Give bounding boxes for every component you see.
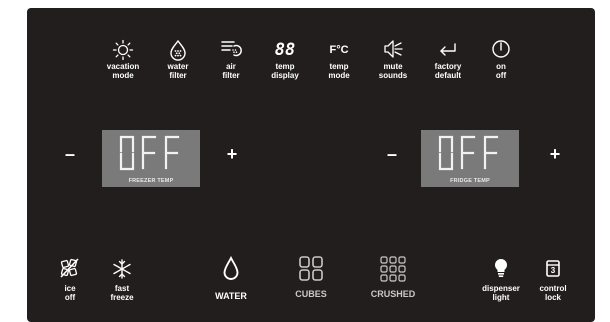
water-filter-icon	[148, 38, 208, 62]
factory-default-label: factory default	[434, 62, 462, 80]
control-lock-label: control lock	[539, 284, 567, 302]
lock-icon-digit: 3	[550, 266, 556, 275]
water-drop-icon	[199, 256, 263, 284]
temp-display-button[interactable]: 88 temp display	[255, 38, 315, 80]
vacation-mode-label: vacation mode	[106, 62, 140, 80]
crushed-label: CRUSHED	[370, 289, 416, 299]
fast-freeze-button[interactable]: fast freeze	[90, 256, 154, 302]
freezer-temp-display: FREEZER TEMP	[102, 130, 200, 187]
snowflake-icon	[90, 256, 154, 284]
temp-display-icon: 88	[255, 38, 315, 62]
temp-mode-icon-text: F°C	[329, 44, 349, 56]
crushed-button[interactable]: CRUSHED	[361, 254, 425, 299]
freezer-temp-down-button[interactable]: –	[60, 145, 80, 163]
fast-freeze-label: fast freeze	[110, 284, 134, 302]
vacation-mode-button[interactable]: vacation mode	[93, 38, 153, 80]
temp-mode-label: temp mode	[328, 62, 350, 80]
factory-default-button[interactable]: factory default	[418, 38, 478, 80]
fridge-temp-down-button[interactable]: –	[382, 145, 402, 163]
temp-mode-icon: F°C	[309, 38, 369, 62]
water-filter-button[interactable]: water filter	[148, 38, 208, 80]
mute-sounds-icon	[363, 38, 423, 62]
power-button[interactable]: on off	[471, 38, 531, 80]
lock-icon: 3	[521, 256, 585, 284]
freezer-seven-segment	[119, 135, 180, 171]
fridge-seven-segment	[438, 135, 499, 171]
control-lock-button[interactable]: 3 control lock	[521, 256, 585, 302]
return-arrow-icon	[418, 38, 478, 62]
cubes-button[interactable]: CUBES	[279, 254, 343, 299]
water-label: WATER	[215, 291, 247, 301]
air-filter-icon	[201, 38, 261, 62]
mute-sounds-button[interactable]: mute sounds	[363, 38, 423, 80]
sun-icon	[93, 38, 153, 62]
freezer-temp-caption: FREEZER TEMP	[128, 178, 174, 184]
mute-sounds-label: mute sounds	[378, 62, 408, 80]
fridge-temp-display: FRIDGE TEMP	[421, 130, 519, 187]
power-icon	[471, 38, 531, 62]
temp-mode-button[interactable]: F°C temp mode	[309, 38, 369, 80]
freezer-temp-up-button[interactable]: +	[222, 145, 242, 163]
fridge-temp-caption: FRIDGE TEMP	[450, 178, 490, 184]
air-filter-label: air filter	[222, 62, 240, 80]
refrigerator-control-panel: vacation mode water filter air filter 88…	[27, 8, 595, 322]
fridge-temp-up-button[interactable]: +	[545, 145, 565, 163]
water-dispense-button[interactable]: WATER	[199, 256, 263, 301]
temp-display-icon-text: 88	[274, 40, 296, 60]
ice-cubes-icon	[279, 254, 343, 284]
on-off-label: on off	[495, 62, 507, 80]
temp-display-label: temp display	[271, 62, 299, 80]
water-filter-label: water filter	[167, 62, 189, 80]
crushed-ice-icon	[361, 254, 425, 284]
air-filter-button[interactable]: air filter	[201, 38, 261, 80]
cubes-label: CUBES	[295, 289, 327, 299]
